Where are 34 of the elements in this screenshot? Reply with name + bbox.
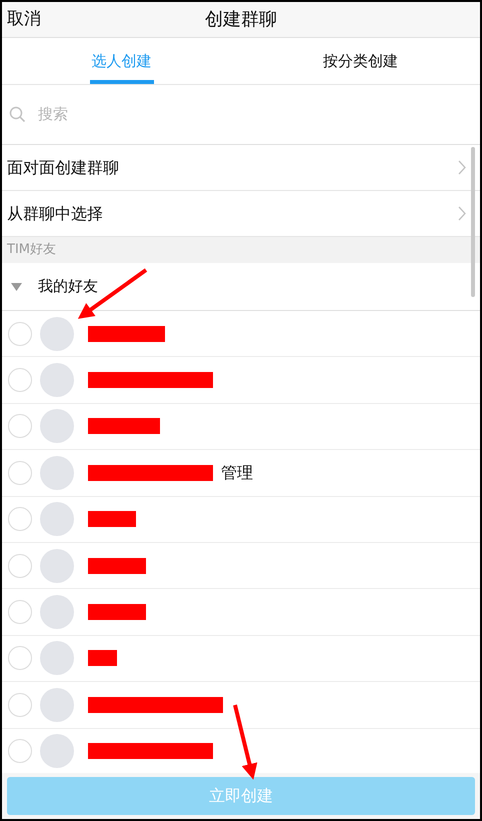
avatar [40, 456, 74, 490]
select-checkbox[interactable] [8, 600, 32, 624]
redaction-mark [88, 511, 136, 528]
select-checkbox[interactable] [8, 646, 32, 670]
select-checkbox[interactable] [8, 554, 32, 578]
redaction-mark [88, 558, 146, 574]
avatar [40, 502, 74, 536]
chevron-right-icon [458, 160, 466, 175]
redaction-mark [88, 418, 160, 434]
select-checkbox[interactable] [8, 692, 32, 717]
select-checkbox[interactable] [8, 739, 32, 764]
search-icon [9, 106, 26, 123]
section-header: TIM好友 [2, 237, 480, 263]
select-checkbox[interactable] [8, 322, 32, 346]
page-title: 创建群聊 [205, 8, 277, 32]
avatar [40, 409, 74, 444]
avatar [40, 641, 74, 676]
contact-name: 管理 [221, 462, 253, 484]
select-checkbox[interactable] [8, 414, 32, 438]
select-checkbox[interactable] [8, 507, 32, 532]
redaction-mark [88, 650, 117, 666]
avatar [40, 688, 74, 722]
avatar [40, 548, 74, 583]
select-checkbox[interactable] [8, 368, 32, 392]
tab[interactable]: 按分类创建 [321, 38, 400, 84]
avatar [40, 363, 74, 398]
search-field[interactable]: 搜索 [38, 103, 473, 126]
cancel-button[interactable]: 取消 [7, 6, 41, 32]
avatar [40, 316, 74, 351]
redaction-mark [88, 604, 146, 620]
avatar [40, 734, 74, 768]
chevron-right-icon [458, 206, 466, 221]
avatar [40, 595, 74, 630]
select-checkbox[interactable] [8, 460, 32, 485]
